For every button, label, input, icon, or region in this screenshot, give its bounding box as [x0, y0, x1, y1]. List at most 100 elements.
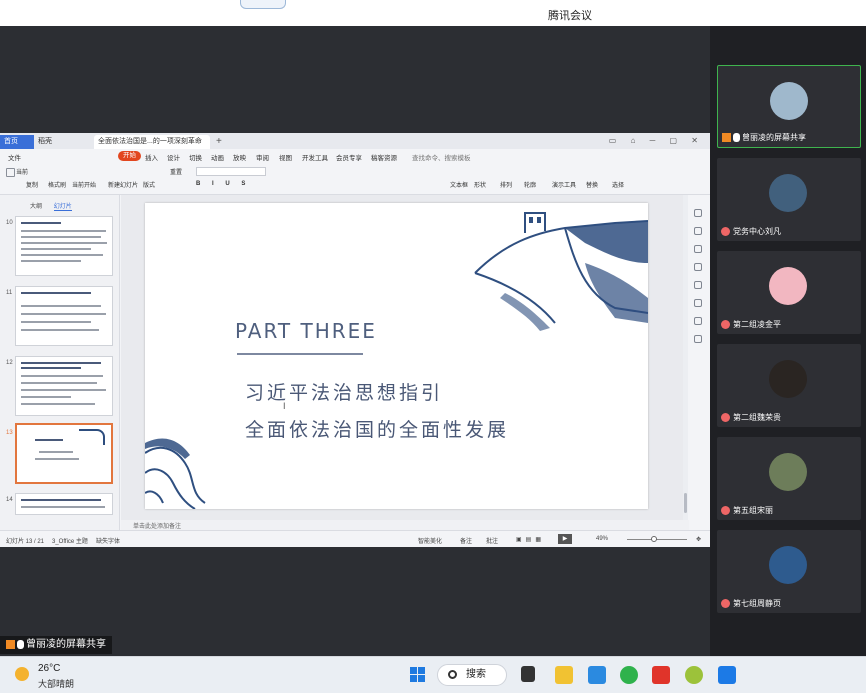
tab-outline[interactable]: 大纲 — [30, 204, 42, 210]
meeting-title: 腾讯会议 — [548, 10, 592, 22]
wechat-icon[interactable] — [620, 666, 638, 684]
wps-icon[interactable] — [652, 666, 670, 684]
toolbar-icon-8[interactable] — [694, 335, 702, 343]
outline-button[interactable]: 轮廓 — [524, 180, 536, 189]
mic-icon — [733, 133, 740, 143]
app-icon-green[interactable] — [685, 666, 703, 684]
menu-slideshow[interactable]: 放映 — [233, 152, 246, 162]
missing-font-button[interactable]: 缺失字体 — [96, 536, 120, 545]
view-mode-buttons[interactable]: ▣▤▦ — [516, 536, 545, 543]
new-tab-button[interactable]: + — [212, 135, 226, 149]
slide-thumbnail-13[interactable] — [15, 423, 113, 484]
command-search[interactable]: 查找命令、搜索模板 — [412, 152, 471, 162]
task-view-icon[interactable] — [521, 666, 535, 682]
theme-name: 3_Office 主题 — [52, 539, 88, 545]
window-controls[interactable]: ▭ ⌂ ─ ▢ ✕ — [609, 136, 704, 145]
toolbar-icon-6[interactable] — [694, 299, 702, 307]
fit-window-icon[interactable]: ✥ — [696, 536, 701, 543]
menu-transition[interactable]: 切换 — [189, 152, 202, 162]
arrange-button[interactable]: 排列 — [500, 180, 512, 189]
participant-tile-sharer[interactable]: 曾丽凌的屏幕共享 — [717, 65, 861, 148]
thumb-number-13: 13 — [6, 430, 13, 436]
participant-name: 曾丽凌的屏幕共享 — [742, 133, 806, 142]
font-select[interactable] — [196, 167, 266, 176]
mountain-shadow — [500, 293, 550, 331]
presenter-tools-button[interactable]: 演示工具 — [552, 180, 576, 189]
tab-docer[interactable]: 稻壳 — [34, 135, 90, 149]
toolbar-icon-5[interactable] — [694, 281, 702, 289]
copy-button[interactable]: 复制 — [26, 180, 38, 189]
menu-review[interactable]: 审阅 — [256, 152, 269, 162]
menu-resources[interactable]: 稿客资源 — [371, 152, 397, 162]
slide-title-line-2: 全面依法治国的全面性发展 — [245, 419, 510, 441]
current-slide[interactable]: PART THREE 习近平法治思想指引 I 全面依法治国的全面性发展 — [145, 203, 648, 509]
thumb-text — [39, 451, 73, 453]
thumb-number-11: 11 — [6, 290, 13, 296]
layout-button[interactable]: 版式 — [143, 180, 155, 189]
tencent-meeting-icon[interactable] — [718, 666, 736, 684]
slide-thumbnail-10[interactable] — [15, 216, 113, 276]
play-icon[interactable]: ▶ — [558, 534, 572, 544]
toolbar-icon-3[interactable] — [694, 245, 702, 253]
slide-thumbnail-11[interactable] — [15, 286, 113, 346]
toolbar-icon-2[interactable] — [694, 227, 702, 235]
start-button[interactable] — [410, 667, 426, 683]
play-from-current-button[interactable]: 当前开始 — [72, 180, 96, 189]
muted-mic-icon — [721, 227, 730, 237]
reset-button[interactable]: 重置 — [170, 167, 182, 176]
zoom-level[interactable]: 49% — [596, 536, 608, 542]
menu-developer[interactable]: 开发工具 — [302, 152, 328, 162]
tab-home[interactable]: 首页 — [0, 135, 34, 149]
tab-slides[interactable]: 幻灯片 — [53, 204, 72, 211]
menu-view[interactable]: 视图 — [279, 152, 292, 162]
smart-beautify-button[interactable]: 智能美化 — [418, 536, 442, 545]
participant-tile[interactable]: 第二组凌金平 — [717, 251, 861, 334]
zoom-slider[interactable] — [627, 539, 687, 540]
scroll-thumb[interactable] — [684, 493, 687, 513]
slide-thumbnail-12[interactable] — [15, 356, 113, 416]
taskbar-search[interactable]: 搜索 — [437, 664, 507, 686]
menu-insert[interactable]: 插入 — [145, 152, 158, 162]
menu-animation[interactable]: 动画 — [211, 152, 224, 162]
thumb-heading — [21, 367, 81, 369]
menu-design[interactable]: 设计 — [167, 152, 180, 162]
textbox-button[interactable]: 文本框 — [450, 180, 468, 189]
font-style-buttons[interactable]: B I U S — [196, 181, 250, 187]
weather-description[interactable]: 大部晴朗 — [38, 677, 74, 690]
vertical-scrollbar[interactable] — [683, 195, 688, 520]
menu-file[interactable]: 文件 — [8, 152, 21, 162]
participant-tile[interactable]: 第五组宋丽 — [717, 437, 861, 520]
app-icon-blue[interactable] — [588, 666, 606, 684]
zoom-slider-knob[interactable] — [651, 536, 657, 542]
shape-button[interactable]: 形状 — [474, 180, 486, 189]
menu-member[interactable]: 会员专享 — [336, 152, 362, 162]
meeting-collapse-handle[interactable] — [240, 0, 286, 9]
toolbar-icon-1[interactable] — [694, 209, 702, 217]
participant-tile[interactable]: 党务中心刘凡 — [717, 158, 861, 241]
participant-name-row: 第二组凌金平 — [721, 319, 781, 330]
tab-document[interactable]: 全面依法治国是...的一项深刻革命 — [94, 135, 210, 149]
screen-share-icon — [722, 133, 731, 143]
avatar — [769, 174, 807, 212]
panel-tabs: 大纲 幻灯片 — [30, 201, 82, 211]
slide-thumbnail-14[interactable] — [15, 493, 113, 515]
notes-toggle[interactable]: 备注 — [460, 536, 472, 545]
format-painter-button[interactable]: 格式刷 — [48, 180, 66, 189]
replace-button[interactable]: 替换 — [586, 180, 598, 189]
mic-icon — [17, 639, 24, 649]
select-button[interactable]: 选择 — [612, 180, 624, 189]
new-slide-button[interactable]: 新建幻灯片 — [108, 180, 138, 189]
paste-button[interactable]: 当前 — [6, 167, 28, 177]
toolbar-icon-4[interactable] — [694, 263, 702, 271]
file-explorer-icon[interactable] — [555, 666, 573, 684]
comments-toggle[interactable]: 批注 — [486, 536, 498, 545]
participant-name-row: 第二组魏荣贵 — [721, 412, 781, 423]
toolbar-icon-7[interactable] — [694, 317, 702, 325]
weather-temperature[interactable]: 26°C — [38, 663, 60, 674]
weather-sun-icon[interactable] — [15, 667, 29, 681]
menu-start[interactable]: 开始 — [118, 151, 141, 161]
participant-tile[interactable]: 第七组周静页 — [717, 530, 861, 613]
notes-bar[interactable]: 单击此处添加备注 — [121, 520, 689, 530]
participant-tile[interactable]: 第二组魏荣贵 — [717, 344, 861, 427]
participant-name-row: 曾丽凌的屏幕共享 — [722, 132, 806, 143]
